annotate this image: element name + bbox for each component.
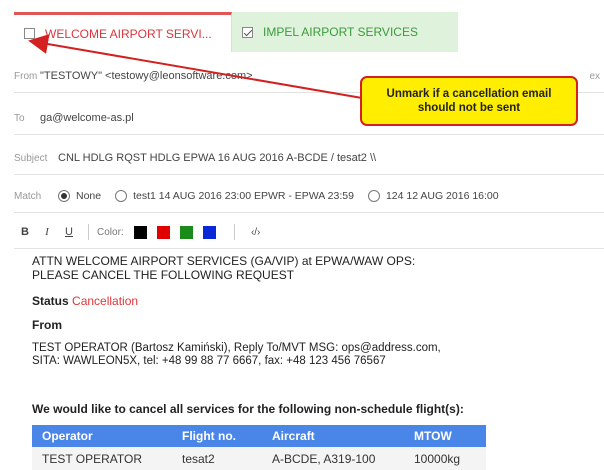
tab-welcome-airport-services[interactable]: WELCOME AIRPORT SERVI... — [14, 12, 232, 52]
tab-label: IMPEL AIRPORT SERVICES — [263, 25, 418, 39]
table-row: TEST OPERATOR tesat2 A-BCDE, A319-100 10… — [32, 447, 486, 470]
italic-button[interactable]: I — [36, 226, 58, 238]
column-header: Aircraft — [262, 425, 404, 447]
tab-impel-airport-services[interactable]: IMPEL AIRPORT SERVICES — [232, 12, 458, 52]
table-cell: TEST OPERATOR — [32, 447, 172, 470]
divider — [14, 212, 604, 213]
table-cell: A-BCDE, A319-100 — [262, 447, 404, 470]
attn-text: ATTN WELCOME AIRPORT SERVICES (GA/VIP) a… — [32, 254, 604, 282]
toolbar-separator — [88, 224, 89, 240]
status-value: Cancellation — [72, 294, 139, 308]
column-header: MTOW — [404, 425, 486, 447]
bold-button[interactable]: B — [14, 226, 36, 238]
send-checkbox-welcome[interactable] — [24, 28, 35, 39]
status-line: Status Cancellation — [32, 294, 604, 308]
subject-field[interactable]: CNL HDLG RQST HDLG EPWA 16 AUG 2016 A-BC… — [58, 152, 376, 164]
recipient-tabs: WELCOME AIRPORT SERVI... IMPEL AIRPORT S… — [0, 0, 604, 52]
message-body[interactable]: ATTN WELCOME AIRPORT SERVICES (GA/VIP) a… — [32, 254, 604, 368]
flight-table: Operator Flight no. Aircraft MTOW TEST O… — [32, 425, 486, 470]
radio-selected-icon — [58, 190, 70, 202]
table-header-row: Operator Flight no. Aircraft MTOW — [32, 425, 486, 447]
from-heading: From — [32, 318, 62, 332]
toolbar-separator — [233, 224, 235, 240]
operator-line: TEST OPERATOR (Bartosz Kamiński), Reply … — [32, 342, 441, 354]
color-label: Color: — [97, 226, 124, 238]
column-header: Operator — [32, 425, 172, 447]
subject-label: Subject — [14, 152, 48, 164]
editor-toolbar: B I U Color: ‹/› — [14, 220, 604, 244]
operator-details: TEST OPERATOR (Bartosz Kamiński), Reply … — [32, 342, 604, 368]
to-label: To — [14, 112, 25, 124]
underline-button[interactable]: U — [58, 226, 80, 238]
subject-row: Subject CNL HDLG RQST HDLG EPWA 16 AUG 2… — [0, 148, 604, 168]
divider — [14, 174, 604, 175]
attn-line: PLEASE CANCEL THE FOLLOWING REQUEST — [32, 268, 295, 282]
from-label: From — [14, 70, 38, 82]
match-row: Match None test1 14 AUG 2016 23:00 EPWR … — [0, 186, 604, 206]
from-extra: ex — [589, 70, 600, 82]
match-label: Match — [14, 190, 42, 202]
color-blue-button[interactable] — [202, 225, 216, 239]
operator-line: SITA: WAWLEON5X, tel: +48 99 88 77 6667,… — [32, 355, 386, 367]
status-label: Status — [32, 294, 69, 308]
match-option-label: None — [76, 190, 102, 202]
match-option-label: 124 12 AUG 2016 16:00 — [385, 190, 499, 202]
match-option-test1[interactable]: test1 14 AUG 2016 23:00 EPWR - EPWA 23:5… — [115, 190, 354, 202]
attn-line: ATTN WELCOME AIRPORT SERVICES (GA/VIP) a… — [32, 254, 416, 268]
from-field[interactable]: "TESTOWY" <testowy@leonsoftware.com> — [40, 70, 253, 82]
radio-unselected-icon — [115, 190, 128, 202]
color-green-button[interactable] — [179, 225, 193, 239]
color-black-button[interactable] — [133, 225, 147, 239]
table-cell: tesat2 — [172, 447, 262, 470]
source-code-button[interactable]: ‹/› — [243, 227, 269, 238]
color-red-button[interactable] — [156, 225, 170, 239]
to-field[interactable]: ga@welcome-as.pl — [40, 112, 134, 124]
cancel-request-text: We would like to cancel all services for… — [32, 402, 464, 416]
radio-unselected-icon — [367, 190, 380, 202]
match-option-none[interactable]: None — [58, 190, 101, 202]
match-option-124[interactable]: 124 12 AUG 2016 16:00 — [367, 190, 499, 202]
column-header: Flight no. — [172, 425, 262, 447]
divider — [14, 248, 604, 249]
send-checkbox-impel[interactable] — [242, 26, 253, 38]
match-option-label: test1 14 AUG 2016 23:00 EPWR - EPWA 23:5… — [133, 190, 354, 202]
table-cell: 10000kg — [404, 447, 486, 470]
annotation-callout: Unmark if a cancellation email should no… — [360, 76, 578, 126]
tab-label: WELCOME AIRPORT SERVI... — [45, 26, 212, 41]
divider — [14, 134, 604, 135]
